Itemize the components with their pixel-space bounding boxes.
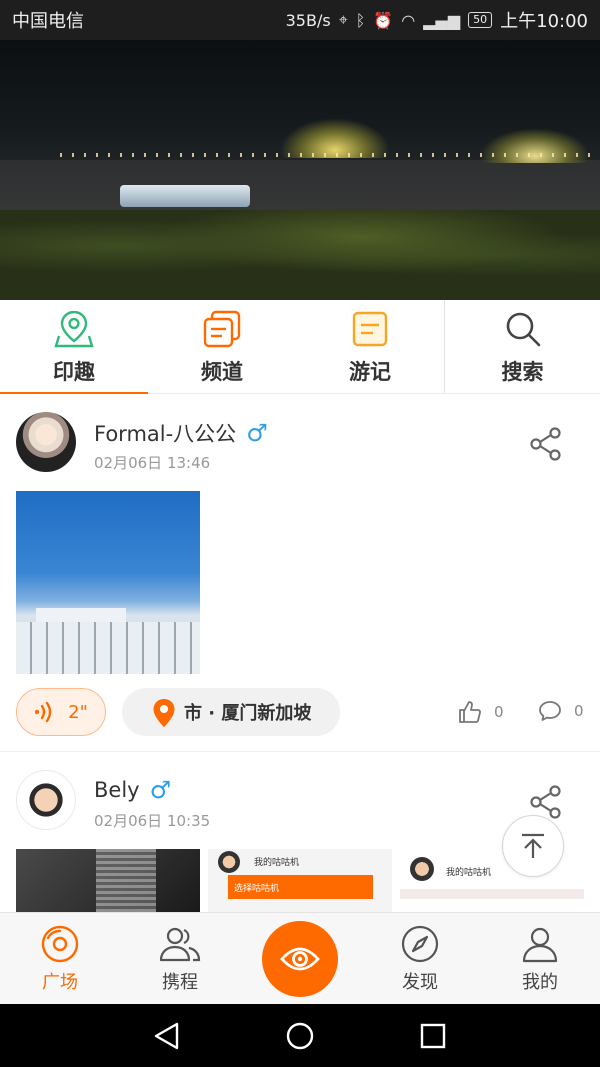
nav-ctrip[interactable]: 携程 — [120, 913, 240, 1005]
recents-icon[interactable] — [419, 1021, 447, 1051]
tab-travel-notes[interactable]: 游记 — [296, 300, 444, 394]
search-icon — [506, 312, 540, 347]
nav-label: 发现 — [402, 972, 438, 993]
post-author[interactable]: Bely ♂ — [94, 776, 171, 804]
user-icon — [522, 927, 558, 963]
share-icon[interactable] — [528, 426, 564, 462]
plaza-icon — [41, 925, 79, 963]
map-pin-icon — [54, 310, 94, 348]
tab-yinqu[interactable]: 印趣 — [0, 300, 148, 395]
tab-label: 频道 — [201, 360, 243, 384]
banner-scenery — [280, 118, 390, 158]
photo-text: 我的咕咕机 — [446, 868, 492, 878]
post-author[interactable]: Formal-八公公 ♂ — [94, 418, 268, 448]
battery-icon: 50 — [468, 12, 493, 28]
male-icon: ♂ — [149, 776, 172, 804]
tab-label: 搜索 — [501, 360, 544, 384]
channel-cards-icon — [203, 310, 241, 348]
back-to-top-button[interactable] — [502, 815, 564, 877]
compass-icon — [401, 925, 439, 963]
home-icon[interactable] — [285, 1021, 315, 1051]
username: Formal-八公公 — [94, 422, 237, 446]
back-icon[interactable] — [152, 1021, 182, 1051]
carrier-name: 中国电信 — [12, 11, 84, 32]
network-speed: 35B/s — [285, 10, 331, 30]
location-text: 市 · 厦门新加坡 — [184, 703, 312, 724]
voice-duration: 2" — [68, 701, 88, 723]
location-pin-icon — [153, 699, 175, 727]
tab-label: 印趣 — [53, 360, 95, 384]
signal-icon: ▂▄▆ — [423, 10, 461, 30]
nav-label: 广场 — [42, 972, 78, 993]
people-icon — [159, 927, 201, 962]
nav-mine[interactable]: 我的 — [480, 913, 600, 1005]
post-photo[interactable]: 我的咕咕机 选择咕咕机 — [208, 849, 392, 912]
photo-avatar — [218, 851, 240, 873]
nav-discover[interactable]: 发现 — [360, 913, 480, 1005]
avatar[interactable] — [16, 770, 76, 830]
photo-text: 选择咕咕机 — [228, 875, 373, 899]
status-bar: 中国电信 35B/s ⌖ ᛒ ⏰ ◠ ▂▄▆ 50 上午10:00 — [0, 0, 600, 40]
like-button[interactable]: 0 — [458, 700, 504, 724]
thumbs-up-icon — [459, 701, 481, 723]
post-photo[interactable] — [16, 849, 200, 912]
voice-play-button[interactable]: 2" — [16, 688, 106, 736]
system-navigation-bar — [0, 1004, 600, 1067]
photo-building — [16, 622, 200, 674]
nav-center-eye-button[interactable] — [262, 921, 338, 997]
wifi-icon: ◠ — [401, 10, 416, 30]
post-date: 02月06日 10:35 — [94, 812, 211, 830]
arrow-up-icon — [522, 833, 544, 858]
tab-search[interactable]: 搜索 — [444, 300, 600, 394]
bottom-navigation: 广场 携程 发现 我的 — [0, 912, 600, 1004]
category-tabs: 印趣 频道 游记 搜索 — [0, 300, 600, 395]
alarm-icon: ⏰ — [373, 10, 394, 30]
photo-text: 我的咕咕机 — [254, 858, 300, 868]
status-time: 上午10:00 — [500, 11, 588, 32]
male-icon: ♂ — [246, 419, 268, 447]
avatar[interactable] — [16, 412, 76, 472]
status-icons: 35B/s ⌖ ᛒ ⏰ ◠ ▂▄▆ 50 上午10:00 — [286, 7, 588, 33]
eye-icon — [280, 947, 320, 971]
notes-icon — [352, 311, 388, 347]
banner-scenery — [120, 185, 250, 207]
tab-label: 游记 — [349, 360, 391, 384]
location-icon: ⌖ — [338, 10, 348, 29]
photo-divider — [400, 889, 584, 899]
bluetooth-icon: ᛒ — [355, 10, 366, 30]
banner-scenery — [0, 210, 600, 300]
comment-count: 0 — [574, 702, 584, 720]
banner-scenery — [480, 128, 590, 163]
location-tag[interactable]: 市 · 厦门新加坡 — [122, 688, 340, 736]
comment-icon — [539, 701, 561, 721]
nav-label: 我的 — [522, 972, 558, 993]
comment-button[interactable]: 0 — [538, 700, 584, 722]
photo-avatar — [410, 857, 434, 881]
nav-label: 携程 — [162, 972, 198, 993]
nav-plaza[interactable]: 广场 — [0, 913, 120, 1005]
feed-post[interactable]: Formal-八公公 ♂ 02月06日 13:46 2" 市 · 厦门新加坡 0 — [0, 394, 600, 752]
username: Bely — [94, 778, 140, 802]
banner-scenery — [60, 153, 600, 157]
like-count: 0 — [494, 703, 504, 721]
banner-carousel[interactable] — [0, 40, 600, 300]
post-date: 02月06日 13:46 — [94, 454, 211, 472]
post-photo[interactable] — [16, 491, 200, 674]
sound-wave-icon — [34, 701, 52, 723]
tab-channel[interactable]: 频道 — [148, 300, 296, 394]
